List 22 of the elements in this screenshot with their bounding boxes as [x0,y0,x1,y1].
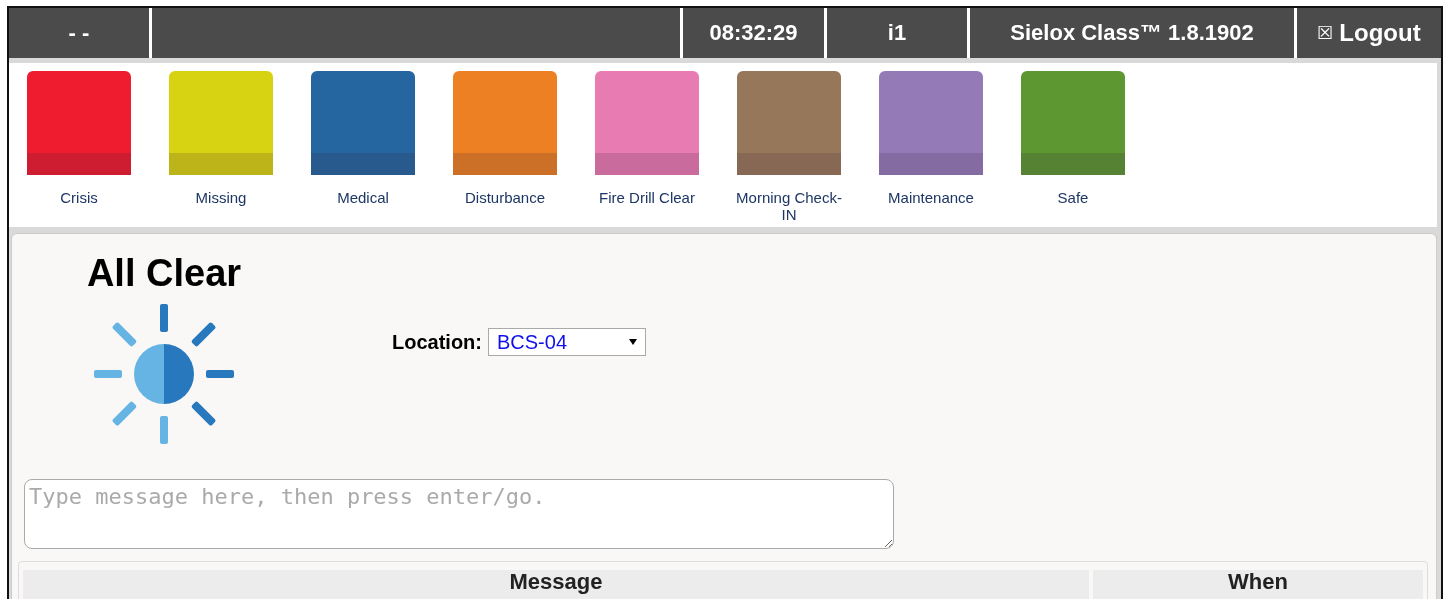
sun-icon [93,303,235,445]
top-bar-text: i1 [887,20,907,46]
close-icon: ☒ [1317,22,1334,44]
alert-tile[interactable]: Safe [1014,71,1132,206]
message-field[interactable]: Type message here, then press enter/go. [24,479,894,549]
alert-tile[interactable]: Disturbance [446,71,564,206]
alert-tile[interactable]: Morning Check-IN [730,71,848,223]
caret-icon [629,338,637,346]
top-bar-text: - - [68,20,90,46]
column-header: Message [23,570,1089,599]
logout-button[interactable]: ☒ Logout [1297,8,1441,58]
location-label: Location: [392,330,482,354]
alert-tile[interactable]: Missing [162,71,280,206]
alert-tile[interactable]: Maintenance [872,71,990,206]
alert-tile[interactable]: Fire Drill Clear [588,71,706,206]
alert-tile[interactable]: Crisis [20,71,138,206]
top-bar-text: Sielox Class™ 1.8.1902 [1010,20,1254,46]
top-bar-text: 08:32:29 [709,20,798,46]
location-select[interactable]: BCS-04 [488,328,646,356]
column-header: When [1093,570,1423,599]
status-title: All Clear [86,252,242,295]
alert-tile[interactable]: Medical [304,71,422,206]
